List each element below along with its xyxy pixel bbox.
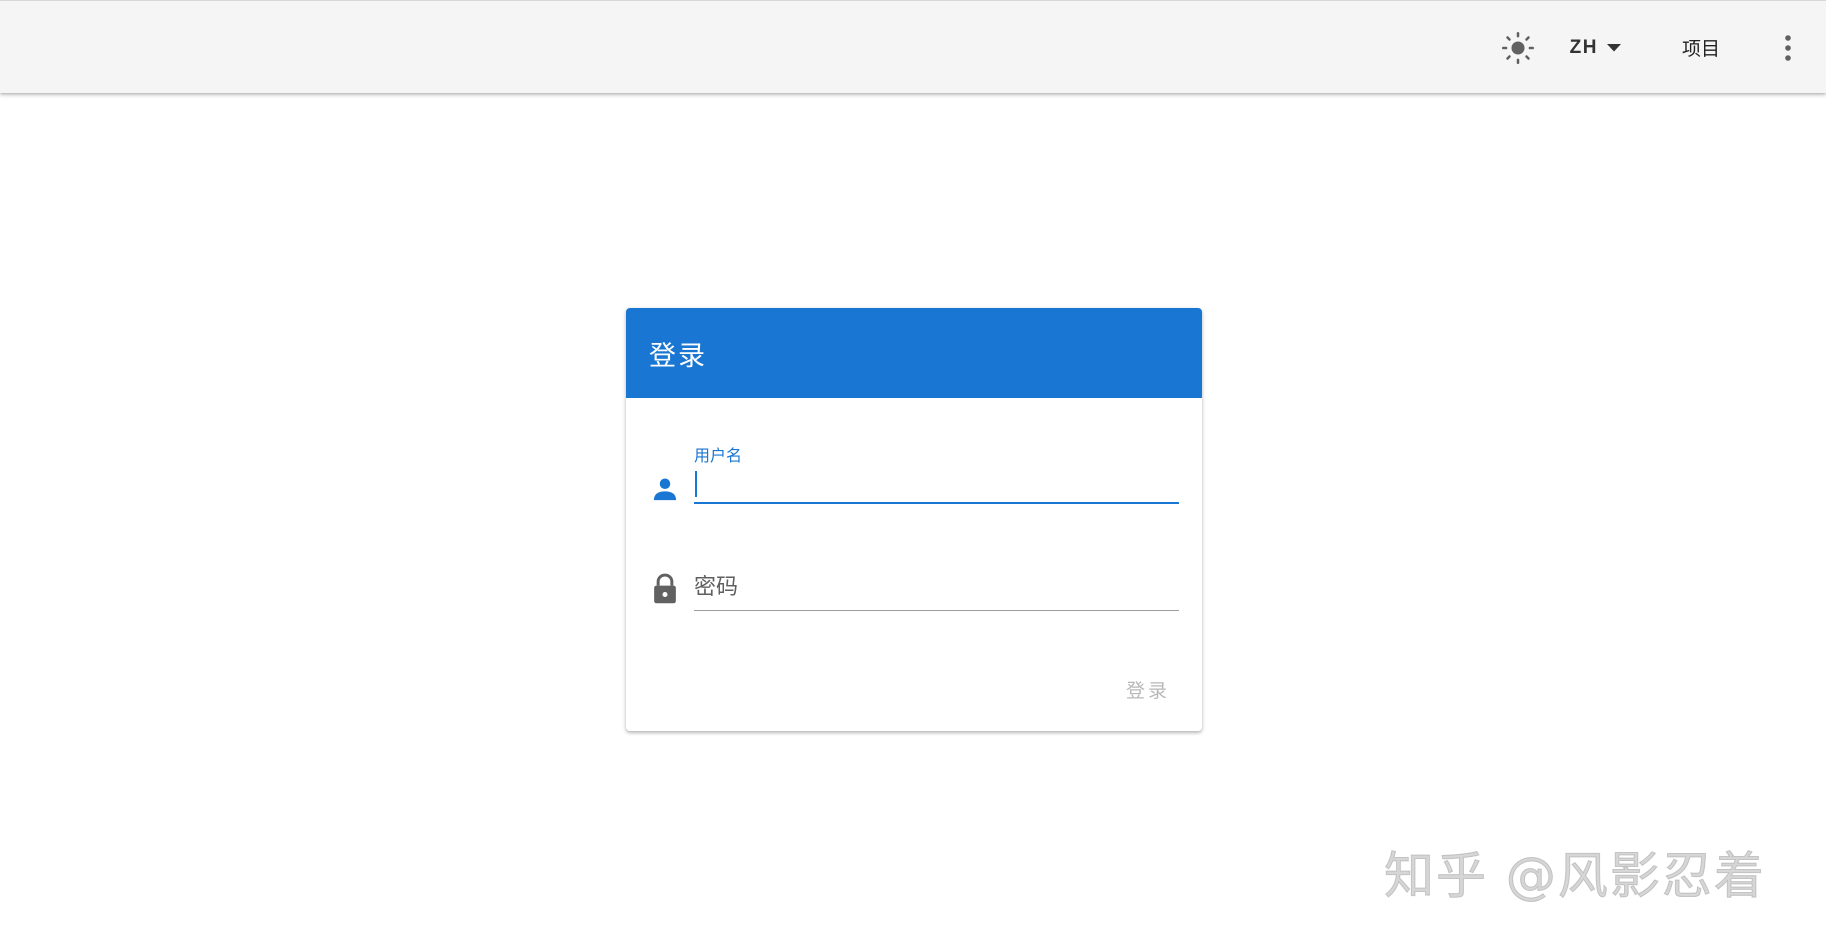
language-select[interactable]: ZH: [1562, 28, 1630, 68]
app-bar-actions: ZH 项目: [1494, 1, 1826, 94]
more-menu-button[interactable]: [1764, 24, 1812, 72]
app-bar: ZH 项目: [0, 0, 1826, 93]
language-label: ZH: [1569, 36, 1598, 58]
project-button[interactable]: 项目: [1672, 26, 1730, 69]
username-label: 用户名: [694, 446, 743, 465]
login-card-actions: 登录: [1116, 668, 1180, 711]
login-card-title: 登录: [626, 308, 1202, 398]
login-button[interactable]: 登录: [1116, 668, 1180, 711]
username-field-group: 用户名: [651, 438, 1179, 518]
password-field-group: [651, 543, 1179, 618]
caret-down-icon: [1606, 43, 1621, 51]
watermark-text: 知乎 @风影忍着: [1384, 847, 1766, 906]
username-input[interactable]: [694, 464, 1179, 504]
login-card: 登录 用户名 登录: [626, 308, 1202, 731]
text-cursor: [695, 471, 697, 497]
person-icon: [653, 478, 677, 501]
sun-icon: [1501, 31, 1534, 64]
password-input[interactable]: [694, 565, 1179, 611]
more-vert-icon: [1785, 34, 1791, 61]
lock-icon: [654, 573, 676, 604]
theme-toggle-button[interactable]: [1494, 24, 1542, 72]
